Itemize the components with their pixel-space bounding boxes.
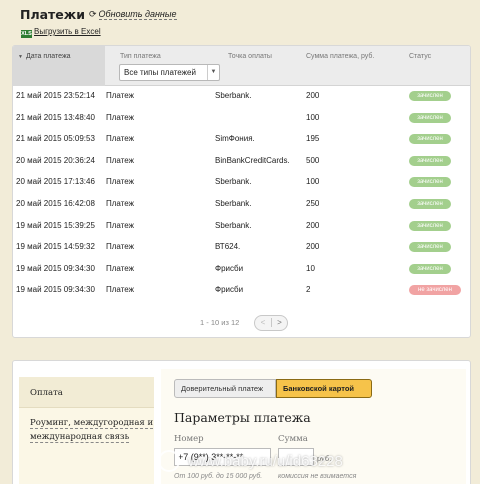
payment-sum: 500 xyxy=(306,155,320,165)
sidebar-item-payment[interactable]: Оплата xyxy=(19,377,154,408)
pager: < > xyxy=(254,315,288,331)
payment-sum: 100 xyxy=(306,112,320,122)
payment-type: Платеж xyxy=(106,177,134,187)
payment-sum: 250 xyxy=(306,199,320,208)
payment-type: Платеж xyxy=(106,155,134,165)
payment-date: 21 май 2015 13:48:40 xyxy=(16,112,95,122)
payment-sum: 200 xyxy=(306,242,320,252)
status-badge: не зачислен xyxy=(409,285,461,296)
payment-point: Sberbank. xyxy=(215,220,252,230)
table-row[interactable]: 21 май 2015 13:48:40 Платеж 100 зачислен xyxy=(13,108,470,130)
status-badge: зачислен xyxy=(409,242,451,253)
payment-date: 19 май 2015 14:59:32 xyxy=(16,242,95,252)
table-row[interactable]: 19 май 2015 09:34:30 Платеж Фрисби 2 не зачи… xyxy=(13,280,470,302)
payment-type-filter[interactable]: Все типы платежей ▼ xyxy=(119,64,220,81)
column-header-status: Статус xyxy=(409,53,432,60)
prev-page-button[interactable]: < xyxy=(255,318,271,327)
tab-trust-payment[interactable]: Доверительный платеж xyxy=(174,379,276,398)
table-row[interactable]: 19 май 2015 14:59:32 Платеж ВТ624. 200 зачис… xyxy=(13,237,470,259)
payment-sum: 200 xyxy=(306,91,320,100)
table-row[interactable]: 21 май 2015 23:52:14 Платеж Sberbank. 200 за… xyxy=(13,86,470,108)
payment-sum: 200 xyxy=(306,220,320,230)
watermark: www.baby.ru/u/id63228 xyxy=(188,453,343,470)
column-header-point[interactable]: Точка оплаты xyxy=(228,53,272,60)
refresh-icon: ⟳ xyxy=(89,9,97,19)
watermark-logo-icon xyxy=(158,450,180,472)
sidebar-item-roaming[interactable]: Роуминг, междугородная и международная с… xyxy=(30,416,154,444)
payment-date: 19 май 2015 09:34:30 xyxy=(16,263,95,273)
tab-bank-card[interactable]: Банковской картой xyxy=(276,379,372,398)
sort-desc-icon: ▼ xyxy=(18,54,23,60)
payment-type: Платеж xyxy=(106,112,134,122)
status-badge: зачислен xyxy=(409,177,451,188)
payment-sum: 10 xyxy=(306,263,315,273)
table-row[interactable]: 20 май 2015 16:42:08 Платеж Sberbank. 250 за… xyxy=(13,194,470,216)
payment-sum: 100 xyxy=(306,177,320,187)
payment-type: Платеж xyxy=(106,242,134,252)
column-header-sum[interactable]: Сумма платежа, руб. xyxy=(306,53,374,60)
column-header-type[interactable]: Тип платежа xyxy=(120,53,161,60)
commission-hint: комиссия не взимается xyxy=(278,473,357,480)
table-row[interactable]: 21 май 2015 05:09:53 Платеж SimФония. 195 за… xyxy=(13,129,470,151)
payment-point: Sberbank. xyxy=(215,91,252,100)
excel-icon: XLS xyxy=(21,30,32,38)
payment-date: 20 май 2015 20:36:24 xyxy=(16,155,95,165)
status-badge: зачислен xyxy=(409,112,451,123)
amount-hint: От 100 руб. до 15 000 руб. xyxy=(174,473,263,480)
table-row[interactable]: 20 май 2015 17:13:46 Платеж Sberbank. 100 за… xyxy=(13,172,470,194)
payments-table: ▼ Дата платежа Тип платежа Точка оплаты С… xyxy=(12,45,471,338)
sidebar-item-roaming-label: Роуминг, междугородная и международная с… xyxy=(30,418,154,443)
column-header-date[interactable]: ▼ Дата платежа xyxy=(18,53,71,60)
payment-sidebar: Оплата Роуминг, междугородная и междунар… xyxy=(19,377,154,484)
payment-type-filter-value: Все типы платежей xyxy=(124,68,196,77)
payment-type: Платеж xyxy=(106,91,134,100)
status-badge: зачислен xyxy=(409,91,451,101)
page-title: Платежи xyxy=(20,7,85,22)
export-excel-link[interactable]: XLS Выгрузить в Excel xyxy=(21,27,101,38)
payment-point: SimФония. xyxy=(215,134,255,144)
sum-label: Сумма xyxy=(278,434,308,444)
payment-date: 21 май 2015 05:09:53 xyxy=(16,134,95,144)
payment-type: Платеж xyxy=(106,220,134,230)
payment-date: 20 май 2015 17:13:46 xyxy=(16,177,95,187)
status-badge: зачислен xyxy=(409,220,451,231)
status-badge: зачислен xyxy=(409,155,451,166)
table-row[interactable]: 19 май 2015 15:39:25 Платеж Sberbank. 200 за… xyxy=(13,216,470,238)
payment-date: 19 май 2015 15:39:25 xyxy=(16,220,95,230)
payment-point: Фрисби xyxy=(215,285,244,295)
payment-type: Платеж xyxy=(106,263,134,273)
payment-type: Платеж xyxy=(106,134,134,144)
table-row[interactable]: 19 май 2015 09:34:30 Платеж Фрисби 10 зачисл… xyxy=(13,259,470,281)
export-excel-label: Выгрузить в Excel xyxy=(34,27,101,36)
payment-sum: 195 xyxy=(306,134,320,144)
payment-point: ВТ624. xyxy=(215,242,241,252)
payment-date: 21 май 2015 23:52:14 xyxy=(16,91,95,100)
payment-sum: 2 xyxy=(306,285,311,295)
pagination-info: 1 - 10 из 12 xyxy=(200,318,240,327)
payment-point: Sberbank. xyxy=(215,177,252,187)
sorted-column-highlight xyxy=(13,46,105,86)
table-header: ▼ Дата платежа Тип платежа Точка оплаты С… xyxy=(13,46,470,86)
payment-point: Фрисби xyxy=(215,263,244,273)
status-badge: зачислен xyxy=(409,199,451,209)
refresh-label: Обновить данные xyxy=(98,9,177,20)
payment-date: 19 май 2015 09:34:30 xyxy=(16,285,95,295)
payment-type: Платеж xyxy=(106,285,134,295)
table-row[interactable]: 20 май 2015 20:36:24 Платеж BinBankCreditC… xyxy=(13,151,470,173)
payment-params-title: Параметры платежа xyxy=(174,410,311,425)
sidebar-item-payment-label: Оплата xyxy=(30,388,63,398)
refresh-link[interactable]: ⟳ Обновить данные xyxy=(89,9,177,20)
payment-date: 20 май 2015 16:42:08 xyxy=(16,199,95,208)
payment-type: Платеж xyxy=(106,199,134,208)
status-badge: зачислен xyxy=(409,134,451,145)
chevron-down-icon: ▼ xyxy=(207,65,219,80)
phone-label: Номер xyxy=(174,434,204,444)
payment-point: Sberbank. xyxy=(215,199,252,208)
next-page-button[interactable]: > xyxy=(271,318,287,327)
status-badge: зачислен xyxy=(409,263,451,274)
payment-point: BinBankCreditCards. xyxy=(215,155,290,165)
